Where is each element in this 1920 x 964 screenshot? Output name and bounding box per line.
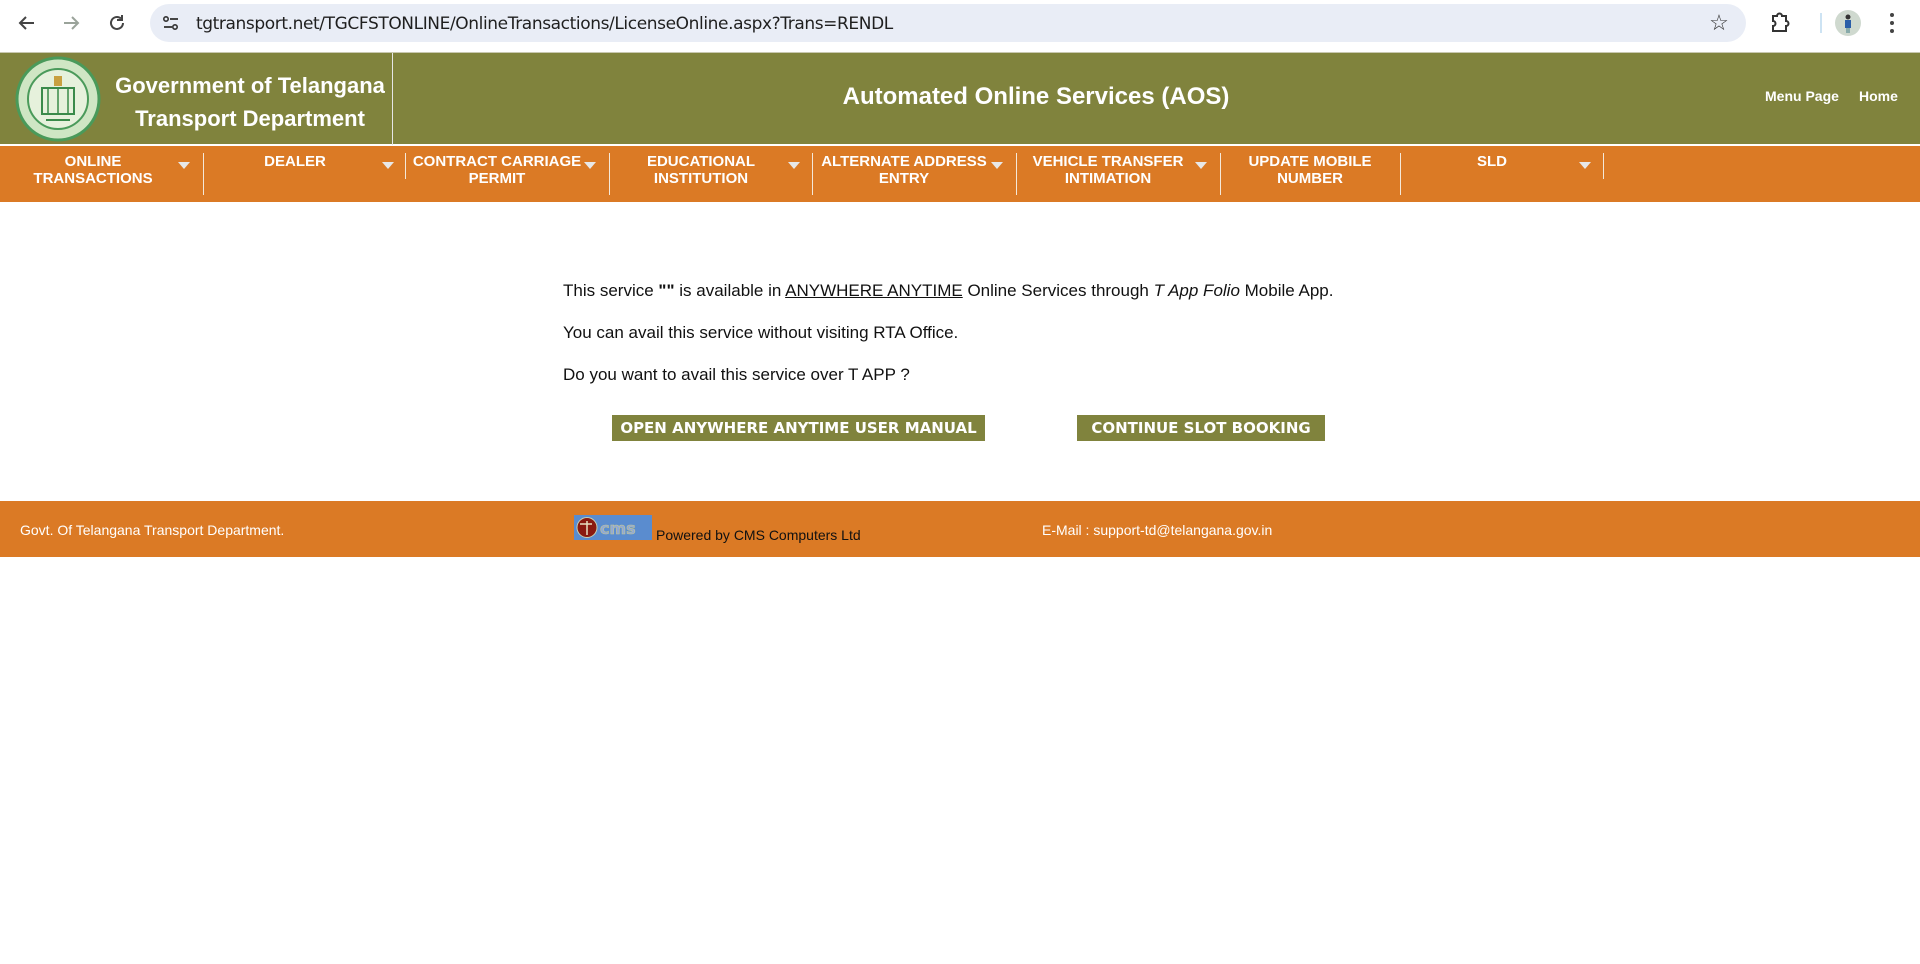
department-title: Government of Telangana Transport Depart… <box>110 69 390 135</box>
menu-online-transactions[interactable]: ONLINE TRANSACTIONS <box>4 153 200 195</box>
continue-slot-booking-button[interactable]: CONTINUE SLOT BOOKING <box>1077 415 1325 441</box>
text-segment: is available in <box>674 281 786 300</box>
menu-contract-carriage-permit[interactable]: CONTRACT CARRIAGE PERMIT <box>406 153 606 195</box>
url-text[interactable]: tgtransport.net/TGCFSTONLINE/OnlineTrans… <box>196 14 893 34</box>
app-name: T App Folio <box>1153 281 1240 300</box>
menu-divider <box>1603 153 1604 179</box>
telangana-emblem-icon <box>15 56 101 142</box>
reload-icon[interactable] <box>104 10 130 36</box>
menu-label: SLD <box>1477 153 1507 170</box>
availability-message: This service "" is available in ANYWHERE… <box>563 278 1333 304</box>
powered-by-text: Powered by CMS Computers Ltd <box>656 527 861 543</box>
anywhere-anytime-link[interactable]: ANYWHERE ANYTIME <box>785 281 963 300</box>
menu-label: TRANSACTIONS <box>33 170 153 187</box>
text-segment: Mobile App. <box>1239 281 1334 300</box>
menu-label: DEALER <box>264 153 326 170</box>
support-email[interactable]: E-Mail : support-td@telangana.gov.in <box>1042 522 1272 538</box>
menu-vehicle-transfer-intimation[interactable]: VEHICLE TRANSFER INTIMATION <box>1017 153 1217 195</box>
more-menu-icon[interactable] <box>1884 10 1900 36</box>
no-visit-message: You can avail this service without visit… <box>563 323 959 342</box>
address-bar[interactable]: tgtransport.net/TGCFSTONLINE/OnlineTrans… <box>150 4 1746 42</box>
dropdown-arrow-icon <box>1579 162 1591 169</box>
menu-label: ALTERNATE ADDRESS <box>821 153 987 170</box>
forward-arrow-icon[interactable] <box>58 10 84 36</box>
site-header: Government of Telangana Transport Depart… <box>0 52 1920 145</box>
gov-line2: Transport Department <box>135 106 365 131</box>
menu-label: INSTITUTION <box>653 170 749 187</box>
text-segment: This service <box>563 281 659 300</box>
dropdown-arrow-icon <box>1195 162 1207 169</box>
gov-line1: Government of Telangana <box>115 73 385 98</box>
menu-page-link[interactable]: Menu Page <box>1765 88 1839 104</box>
svg-text:cms: cms <box>600 519 636 538</box>
site-info-icon[interactable] <box>160 12 182 34</box>
menu-label: INTIMATION <box>1064 170 1152 187</box>
text-segment: Online Services through <box>962 281 1154 300</box>
extensions-icon[interactable] <box>1768 10 1792 34</box>
open-user-manual-button[interactable]: OPEN ANYWHERE ANYTIME USER MANUAL <box>612 415 985 441</box>
dropdown-arrow-icon <box>584 162 596 169</box>
main-menu-bar: ONLINE TRANSACTIONS DEALER CONTRACT CARRI… <box>0 146 1920 202</box>
menu-educational-institution[interactable]: EDUCATIONAL INSTITUTION <box>610 153 810 195</box>
service-info-panel: This service "" is available in ANYWHERE… <box>563 278 1333 404</box>
home-link[interactable]: Home <box>1859 88 1898 104</box>
dropdown-arrow-icon <box>788 162 800 169</box>
menu-sld[interactable]: SLD <box>1401 153 1601 195</box>
logo-block: Government of Telangana Transport Depart… <box>0 53 393 145</box>
menu-label: VEHICLE TRANSFER <box>1032 153 1184 170</box>
dropdown-arrow-icon <box>382 162 394 169</box>
bookmark-star-icon[interactable]: ☆ <box>1708 12 1730 34</box>
menu-label: NUMBER <box>1277 170 1343 187</box>
menu-label: UPDATE MOBILE <box>1248 153 1372 170</box>
profile-avatar[interactable] <box>1835 10 1861 36</box>
cms-logo-icon: cms <box>574 515 652 540</box>
menu-label: PERMIT <box>468 170 526 187</box>
menu-label: ENTRY <box>878 170 930 187</box>
back-arrow-icon[interactable] <box>14 10 40 36</box>
menu-update-mobile-number[interactable]: UPDATE MOBILE NUMBER <box>1221 153 1399 195</box>
menu-alternate-address-entry[interactable]: ALTERNATE ADDRESS ENTRY <box>813 153 1013 195</box>
dropdown-arrow-icon <box>178 162 190 169</box>
browser-toolbar: tgtransport.net/TGCFSTONLINE/OnlineTrans… <box>0 0 1920 45</box>
menu-dealer[interactable]: DEALER <box>204 153 404 195</box>
menu-label: CONTRACT CARRIAGE <box>412 153 582 170</box>
page-title: Automated Online Services (AOS) <box>842 83 1230 110</box>
menu-label: ONLINE <box>64 153 122 170</box>
site-footer: Govt. Of Telangana Transport Department.… <box>0 501 1920 557</box>
tapp-question: Do you want to avail this service over T… <box>563 365 910 384</box>
toolbar-divider <box>1820 13 1822 33</box>
service-name: "" <box>658 281 675 300</box>
footer-copyright: Govt. Of Telangana Transport Department. <box>20 522 285 538</box>
dropdown-arrow-icon <box>991 162 1003 169</box>
menu-label: EDUCATIONAL <box>646 153 756 170</box>
